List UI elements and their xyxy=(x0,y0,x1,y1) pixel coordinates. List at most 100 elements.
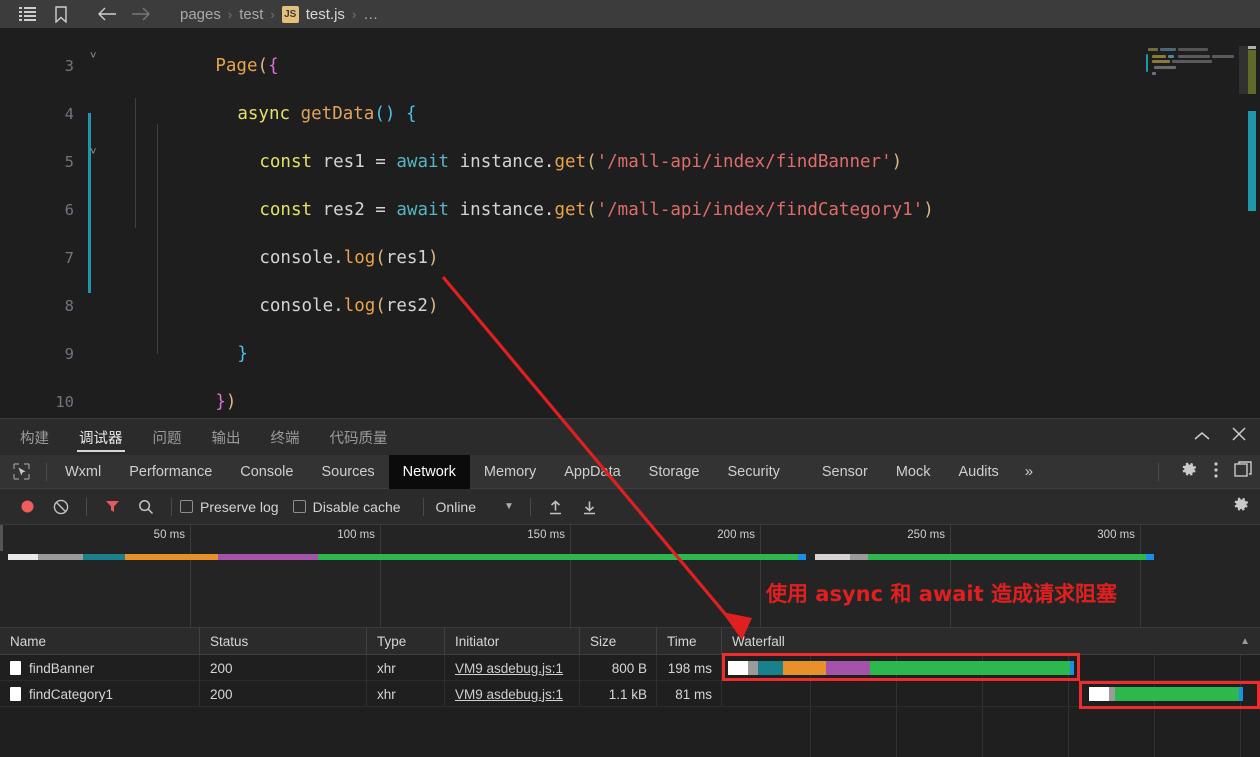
breadcrumb-item-test[interactable]: test xyxy=(239,6,263,23)
code-line[interactable]: 10 }) xyxy=(0,378,1260,418)
code-line[interactable]: 8 console.log(res2) xyxy=(0,282,1260,330)
overview-ruler-mark-selection xyxy=(1248,111,1256,211)
tab-audits[interactable]: Audits xyxy=(944,455,1012,489)
tab-network[interactable]: Network xyxy=(388,454,470,489)
bookmark-icon[interactable] xyxy=(44,0,78,28)
cell-initiator[interactable]: VM9 asdebug.js:1 xyxy=(445,655,580,681)
breadcrumb-item-ellipsis[interactable]: … xyxy=(363,6,378,23)
forward-arrow-icon[interactable] xyxy=(124,0,158,28)
fold-chevron-icon[interactable]: ˅ xyxy=(90,50,104,62)
cell-size: 800 B xyxy=(580,655,657,681)
breadcrumb-item-file[interactable]: test.js xyxy=(306,6,345,23)
code-line[interactable]: 3 ˅ Page({ xyxy=(0,42,1260,90)
tab-sources[interactable]: Sources xyxy=(307,455,388,489)
initiator-link[interactable]: VM9 asdebug.js:1 xyxy=(455,661,563,676)
tab-security[interactable]: Security xyxy=(713,455,793,489)
requests-table[interactable]: Name Status Type Initiator Size Time Wat… xyxy=(0,628,1260,757)
column-header-size[interactable]: Size xyxy=(580,628,657,655)
panel-tab-label: 代码质量 xyxy=(329,430,388,447)
filter-icon[interactable] xyxy=(95,489,129,525)
column-header-time[interactable]: Time xyxy=(657,628,722,655)
panel-tab-label: 调试器 xyxy=(79,430,123,447)
tab-appdata[interactable]: AppData xyxy=(550,455,634,489)
breadcrumb-separator: › xyxy=(351,6,357,22)
dock-panel-icon[interactable] xyxy=(1234,461,1252,483)
inspect-element-icon[interactable] xyxy=(0,455,42,489)
code-line[interactable]: 4 ˅ async getData() { xyxy=(0,90,1260,158)
overview-selection-handle[interactable] xyxy=(0,525,3,551)
tab-memory[interactable]: Memory xyxy=(470,455,550,489)
chevron-down-icon[interactable]: ▼ xyxy=(504,501,514,512)
panel-tab-code-quality[interactable]: 代码质量 xyxy=(328,419,390,456)
line-number: 10 xyxy=(55,393,74,411)
breadcrumb-separator: › xyxy=(227,6,233,22)
panel-tab-debugger[interactable]: 调试器 xyxy=(77,419,125,456)
cell-name[interactable]: findBanner xyxy=(0,655,200,681)
panel-tab-build[interactable]: 构建 xyxy=(18,419,51,456)
tab-storage[interactable]: Storage xyxy=(635,455,714,489)
disable-cache-checkbox[interactable]: Disable cache xyxy=(292,499,401,515)
request-name: findBanner xyxy=(29,660,95,676)
token-paren: ( xyxy=(257,56,269,76)
tabs-overflow-icon[interactable]: » xyxy=(1013,463,1045,480)
preserve-log-checkbox[interactable]: Preserve log xyxy=(180,499,279,515)
token-paren-close: ) xyxy=(427,296,439,316)
network-timeline-overview[interactable]: 50 ms 100 ms 150 ms 200 ms 250 ms 300 ms… xyxy=(0,525,1260,628)
editor-minimap[interactable] xyxy=(1146,46,1238,92)
code-editor[interactable]: 3 ˅ Page({ 4 ˅ async getData() { 5 const… xyxy=(0,28,1260,418)
initiator-link[interactable]: VM9 asdebug.js:1 xyxy=(455,687,563,702)
download-icon[interactable] xyxy=(573,489,607,525)
column-header-initiator[interactable]: Initiator xyxy=(445,628,580,655)
code-line[interactable]: 6 const res2 = await instance.get('/mall… xyxy=(0,186,1260,234)
token-brace: } xyxy=(215,392,226,412)
record-button-icon[interactable] xyxy=(10,489,44,525)
tab-sensor[interactable]: Sensor xyxy=(808,455,882,489)
back-arrow-icon[interactable] xyxy=(90,0,124,28)
table-row[interactable]: findCategory1 200 xhr VM9 asdebug.js:1 1… xyxy=(0,681,1260,707)
more-vertical-icon[interactable] xyxy=(1214,461,1218,483)
code-line[interactable]: 7 console.log(res1) xyxy=(0,234,1260,282)
tab-performance[interactable]: Performance xyxy=(115,455,226,489)
panel-tab-terminal[interactable]: 终端 xyxy=(269,419,302,456)
code-line[interactable]: 5 const res1 = await instance.get('/mall… xyxy=(0,138,1260,186)
cell-name[interactable]: findCategory1 xyxy=(0,681,200,707)
tab-wxml[interactable]: Wxml xyxy=(51,455,115,489)
column-label: Waterfall xyxy=(732,634,785,649)
throttle-select[interactable]: Online ▼ xyxy=(436,499,514,515)
column-header-type[interactable]: Type xyxy=(367,628,445,655)
column-header-name[interactable]: Name xyxy=(0,628,200,655)
close-icon[interactable] xyxy=(1232,427,1246,446)
tab-console[interactable]: Console xyxy=(226,455,307,489)
timeline-tick-label: 100 ms xyxy=(337,529,375,541)
sort-ascending-icon[interactable]: ▲ xyxy=(1240,636,1250,647)
minimap-line xyxy=(1154,66,1176,69)
settings-gear-icon[interactable] xyxy=(1233,496,1250,518)
token-paren-open: ( xyxy=(586,152,597,172)
checkbox-box[interactable] xyxy=(292,500,306,513)
token-const: const xyxy=(259,200,313,220)
checkbox-box[interactable] xyxy=(180,500,193,513)
tab-label: Network xyxy=(402,463,456,480)
column-header-status[interactable]: Status xyxy=(200,628,367,655)
timeline-tick-label: 200 ms xyxy=(717,529,755,541)
panel-tab-output[interactable]: 输出 xyxy=(210,419,243,456)
column-header-waterfall[interactable]: Waterfall ▲ xyxy=(722,628,1260,655)
search-icon[interactable] xyxy=(129,489,163,525)
cell-initiator[interactable]: VM9 asdebug.js:1 xyxy=(445,681,580,707)
code-line[interactable]: 9 } xyxy=(0,330,1260,378)
collapse-icon[interactable] xyxy=(1194,428,1210,446)
status-value: 200 xyxy=(210,686,233,702)
upload-icon[interactable] xyxy=(539,489,573,525)
panel-tab-problems[interactable]: 问题 xyxy=(151,419,184,456)
column-label: Time xyxy=(667,634,697,649)
code-area[interactable]: 3 ˅ Page({ 4 ˅ async getData() { 5 const… xyxy=(0,28,1260,418)
tab-mock[interactable]: Mock xyxy=(882,455,945,489)
clear-icon[interactable] xyxy=(44,489,78,525)
network-settings xyxy=(1233,489,1250,525)
menu-icon[interactable] xyxy=(10,0,44,28)
minimap-line xyxy=(1152,55,1166,58)
bottom-panel-tabs: 构建 调试器 问题 输出 终端 代码质量 xyxy=(0,418,1260,455)
breadcrumb-item-pages[interactable]: pages xyxy=(180,6,221,23)
gear-icon[interactable] xyxy=(1181,461,1198,483)
tab-label: Sensor xyxy=(821,463,868,480)
